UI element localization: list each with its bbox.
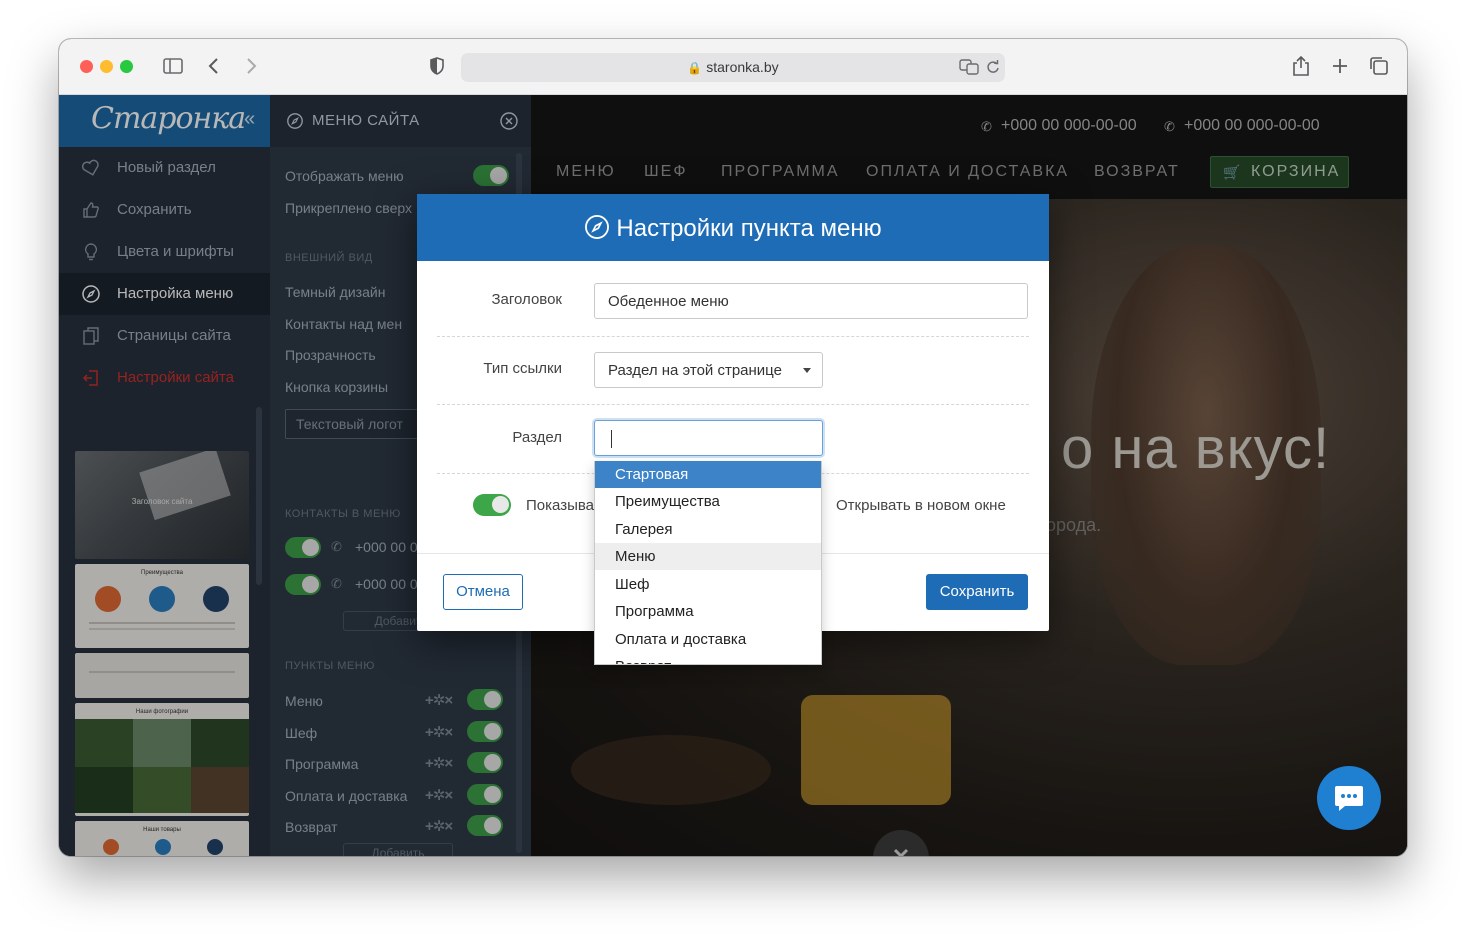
- dropdown-option[interactable]: Программа: [595, 598, 821, 625]
- privacy-shield-icon[interactable]: [428, 55, 446, 79]
- minimize-window-button[interactable]: [100, 60, 113, 73]
- tab-overview-icon[interactable]: [1368, 55, 1390, 79]
- new-window-label: Открывать в новом окне: [836, 497, 1006, 514]
- save-button[interactable]: Сохранить: [926, 574, 1028, 610]
- back-icon[interactable]: [207, 55, 221, 79]
- menu-item-settings-modal: Настройки пункта меню Заголовок Обеденно…: [417, 194, 1049, 665]
- chat-icon: [1333, 783, 1365, 818]
- reload-icon[interactable]: [985, 58, 1001, 81]
- heading-input-value: Обеденное меню: [608, 293, 729, 310]
- sidebar-toggle-icon[interactable]: [162, 55, 184, 79]
- lock-icon: 🔒: [687, 61, 703, 75]
- new-tab-icon[interactable]: [1330, 55, 1350, 79]
- share-icon[interactable]: [1291, 55, 1311, 79]
- show-item-toggle[interactable]: [473, 494, 511, 516]
- show-item-label: Показыва: [526, 497, 594, 514]
- link-type-select[interactable]: Раздел на этой странице: [594, 352, 823, 388]
- section-dropdown-list: Стартовая Преимущества Галерея Меню Шеф …: [594, 461, 822, 665]
- row-divider: [437, 336, 1029, 337]
- section-search-input[interactable]: [594, 420, 823, 456]
- browser-titlebar: 🔒 staronka.by: [59, 39, 1407, 95]
- link-type-value: Раздел на этой странице: [608, 362, 782, 379]
- dropdown-option[interactable]: Шеф: [595, 571, 821, 598]
- url-text: 🔒 staronka.by: [687, 59, 779, 75]
- close-window-button[interactable]: [80, 60, 93, 73]
- browser-window: 🔒 staronka.by Старонка « Новый раздел Со…: [59, 39, 1407, 856]
- translate-icon[interactable]: [959, 58, 979, 81]
- chevron-down-icon: [803, 368, 811, 373]
- heading-label: Заголовок: [491, 291, 562, 308]
- text-cursor: [611, 430, 612, 448]
- cancel-button[interactable]: Отмена: [443, 574, 523, 610]
- chat-button[interactable]: [1317, 766, 1381, 830]
- address-bar[interactable]: 🔒 staronka.by: [461, 53, 1005, 82]
- compass-icon: [584, 214, 610, 247]
- close-icon: [890, 845, 912, 856]
- dropdown-option[interactable]: Возврат: [595, 653, 821, 664]
- modal-header: Настройки пункта меню: [417, 194, 1049, 261]
- dropdown-option[interactable]: Преимущества: [595, 488, 821, 515]
- section-label: Раздел: [512, 429, 562, 446]
- link-type-label: Тип ссылки: [483, 360, 562, 377]
- dropdown-option[interactable]: Стартовая: [595, 461, 821, 488]
- heading-input[interactable]: Обеденное меню: [594, 283, 1028, 319]
- dropdown-option[interactable]: Галерея: [595, 516, 821, 543]
- dropdown-option[interactable]: Оплата и доставка: [595, 626, 821, 653]
- zoom-window-button[interactable]: [120, 60, 133, 73]
- forward-icon[interactable]: [244, 55, 258, 79]
- modal-title: Настройки пункта меню: [417, 214, 1049, 247]
- row-divider: [437, 404, 1029, 405]
- dropdown-option[interactable]: Меню: [595, 543, 821, 570]
